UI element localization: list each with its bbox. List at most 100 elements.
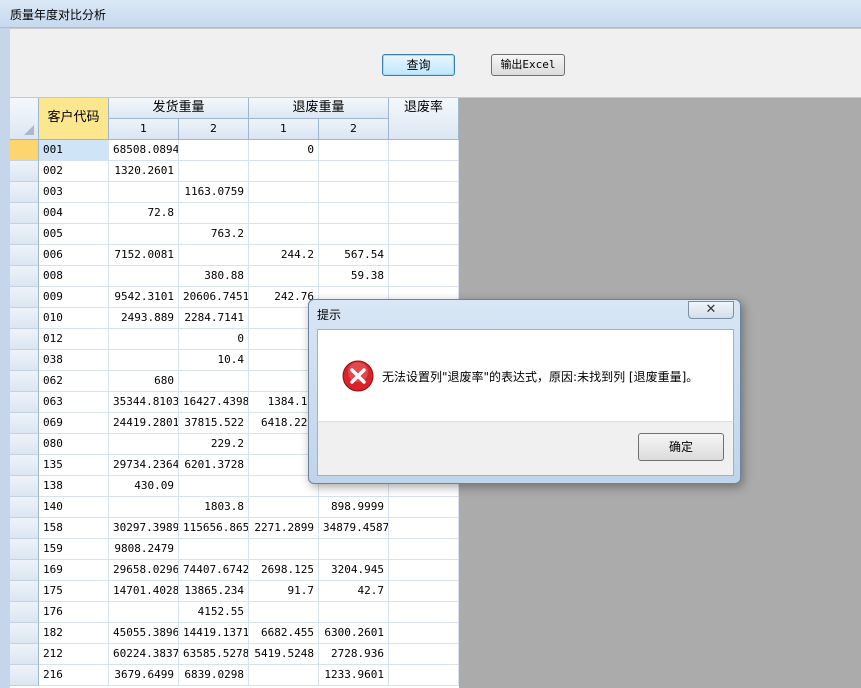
cell-r1[interactable] bbox=[249, 224, 319, 245]
cell-s2[interactable] bbox=[179, 371, 249, 392]
row-header[interactable] bbox=[10, 581, 39, 602]
cell-s1[interactable] bbox=[109, 350, 179, 371]
row-header[interactable] bbox=[10, 182, 39, 203]
cell-r2[interactable]: 59.38 bbox=[319, 266, 389, 287]
cell-s2[interactable]: 229.2 bbox=[179, 434, 249, 455]
cell-rate[interactable] bbox=[389, 560, 459, 581]
cell-s1[interactable]: 29734.2364 bbox=[109, 455, 179, 476]
row-header[interactable] bbox=[10, 140, 39, 161]
cell-r2[interactable]: 3204.945 bbox=[319, 560, 389, 581]
cell-s1[interactable] bbox=[109, 434, 179, 455]
cell-s1[interactable]: 680 bbox=[109, 371, 179, 392]
cell-code[interactable]: 175 bbox=[39, 581, 109, 602]
table-row[interactable]: 158 30297.3989 115656.865 2271.2899 34879.45… bbox=[10, 518, 459, 539]
row-header[interactable] bbox=[10, 455, 39, 476]
table-row[interactable]: 216 3679.6499 6839.0298 1233.9601 bbox=[10, 665, 459, 686]
row-header[interactable] bbox=[10, 539, 39, 560]
cell-s2[interactable]: 6839.0298 bbox=[179, 665, 249, 686]
row-header[interactable] bbox=[10, 161, 39, 182]
cell-code[interactable]: 006 bbox=[39, 245, 109, 266]
row-header[interactable] bbox=[10, 623, 39, 644]
cell-r1[interactable] bbox=[249, 497, 319, 518]
column-header-ship-weight[interactable]: 发货重量 bbox=[109, 98, 249, 119]
table-row[interactable]: 003 1163.0759 bbox=[10, 182, 459, 203]
row-header[interactable] bbox=[10, 602, 39, 623]
cell-r1[interactable] bbox=[249, 539, 319, 560]
grid-corner[interactable] bbox=[10, 98, 39, 140]
table-row[interactable]: 005 763.2 bbox=[10, 224, 459, 245]
cell-s2[interactable]: 763.2 bbox=[179, 224, 249, 245]
cell-s2[interactable]: 0 bbox=[179, 329, 249, 350]
subheader-ship-2[interactable]: 2 bbox=[179, 119, 249, 140]
cell-s2[interactable]: 13865.234 bbox=[179, 581, 249, 602]
row-header[interactable] bbox=[10, 245, 39, 266]
cell-code[interactable]: 212 bbox=[39, 644, 109, 665]
cell-r1[interactable]: 244.2 bbox=[249, 245, 319, 266]
cell-s1[interactable]: 60224.3837 bbox=[109, 644, 179, 665]
cell-r2[interactable] bbox=[319, 140, 389, 161]
table-row[interactable]: 169 29658.0296 74407.6742 2698.125 3204.945 bbox=[10, 560, 459, 581]
cell-code[interactable]: 008 bbox=[39, 266, 109, 287]
cell-code[interactable]: 140 bbox=[39, 497, 109, 518]
cell-s2[interactable]: 1163.0759 bbox=[179, 182, 249, 203]
table-row[interactable]: 008 380.88 59.38 bbox=[10, 266, 459, 287]
cell-r2[interactable] bbox=[319, 539, 389, 560]
cell-s2[interactable]: 2284.7141 bbox=[179, 308, 249, 329]
cell-s1[interactable] bbox=[109, 182, 179, 203]
cell-s1[interactable]: 2493.889 bbox=[109, 308, 179, 329]
cell-code[interactable]: 063 bbox=[39, 392, 109, 413]
row-header[interactable] bbox=[10, 497, 39, 518]
cell-r1[interactable] bbox=[249, 266, 319, 287]
cell-s2[interactable] bbox=[179, 476, 249, 497]
cell-code[interactable]: 038 bbox=[39, 350, 109, 371]
cell-s1[interactable]: 24419.2801 bbox=[109, 413, 179, 434]
subheader-ship-1[interactable]: 1 bbox=[109, 119, 179, 140]
table-row[interactable]: 176 4152.55 bbox=[10, 602, 459, 623]
cell-code[interactable]: 216 bbox=[39, 665, 109, 686]
row-header[interactable] bbox=[10, 560, 39, 581]
cell-s1[interactable] bbox=[109, 497, 179, 518]
cell-s1[interactable]: 72.8 bbox=[109, 203, 179, 224]
cell-rate[interactable] bbox=[389, 539, 459, 560]
cell-rate[interactable] bbox=[389, 245, 459, 266]
cell-s2[interactable]: 6201.3728 bbox=[179, 455, 249, 476]
cell-r1[interactable] bbox=[249, 182, 319, 203]
cell-code[interactable]: 182 bbox=[39, 623, 109, 644]
cell-r2[interactable]: 1233.9601 bbox=[319, 665, 389, 686]
cell-rate[interactable] bbox=[389, 161, 459, 182]
cell-code[interactable]: 069 bbox=[39, 413, 109, 434]
row-header[interactable] bbox=[10, 413, 39, 434]
cell-s1[interactable]: 68508.0894 bbox=[109, 140, 179, 161]
cell-r1[interactable]: 2698.125 bbox=[249, 560, 319, 581]
cell-s1[interactable]: 45055.3896 bbox=[109, 623, 179, 644]
cell-s2[interactable]: 63585.5278 bbox=[179, 644, 249, 665]
cell-r1[interactable]: 91.7 bbox=[249, 581, 319, 602]
cell-code[interactable]: 138 bbox=[39, 476, 109, 497]
ok-button[interactable]: 确定 bbox=[638, 433, 724, 461]
query-button[interactable]: 查询 bbox=[382, 54, 455, 76]
table-row[interactable]: 212 60224.3837 63585.5278 5419.5248 2728.936 bbox=[10, 644, 459, 665]
row-header[interactable] bbox=[10, 224, 39, 245]
cell-rate[interactable] bbox=[389, 602, 459, 623]
cell-rate[interactable] bbox=[389, 665, 459, 686]
cell-code[interactable]: 004 bbox=[39, 203, 109, 224]
cell-r2[interactable]: 567.54 bbox=[319, 245, 389, 266]
cell-s2[interactable]: 10.4 bbox=[179, 350, 249, 371]
cell-code[interactable]: 010 bbox=[39, 308, 109, 329]
cell-r2[interactable]: 6300.2601 bbox=[319, 623, 389, 644]
column-header-return-rate[interactable]: 退废率 bbox=[389, 98, 459, 140]
cell-r1[interactable]: 0 bbox=[249, 140, 319, 161]
cell-s1[interactable] bbox=[109, 266, 179, 287]
cell-s1[interactable] bbox=[109, 602, 179, 623]
cell-r1[interactable]: 6682.455 bbox=[249, 623, 319, 644]
cell-s1[interactable]: 7152.0081 bbox=[109, 245, 179, 266]
row-header[interactable] bbox=[10, 392, 39, 413]
cell-r2[interactable] bbox=[319, 182, 389, 203]
table-row[interactable]: 182 45055.3896 14419.1371 6682.455 6300.2601 bbox=[10, 623, 459, 644]
cell-r1[interactable] bbox=[249, 203, 319, 224]
cell-s1[interactable] bbox=[109, 224, 179, 245]
cell-s1[interactable]: 30297.3989 bbox=[109, 518, 179, 539]
cell-s2[interactable]: 20606.7451 bbox=[179, 287, 249, 308]
cell-rate[interactable] bbox=[389, 182, 459, 203]
column-header-customer-code[interactable]: 客户代码 bbox=[39, 98, 109, 140]
